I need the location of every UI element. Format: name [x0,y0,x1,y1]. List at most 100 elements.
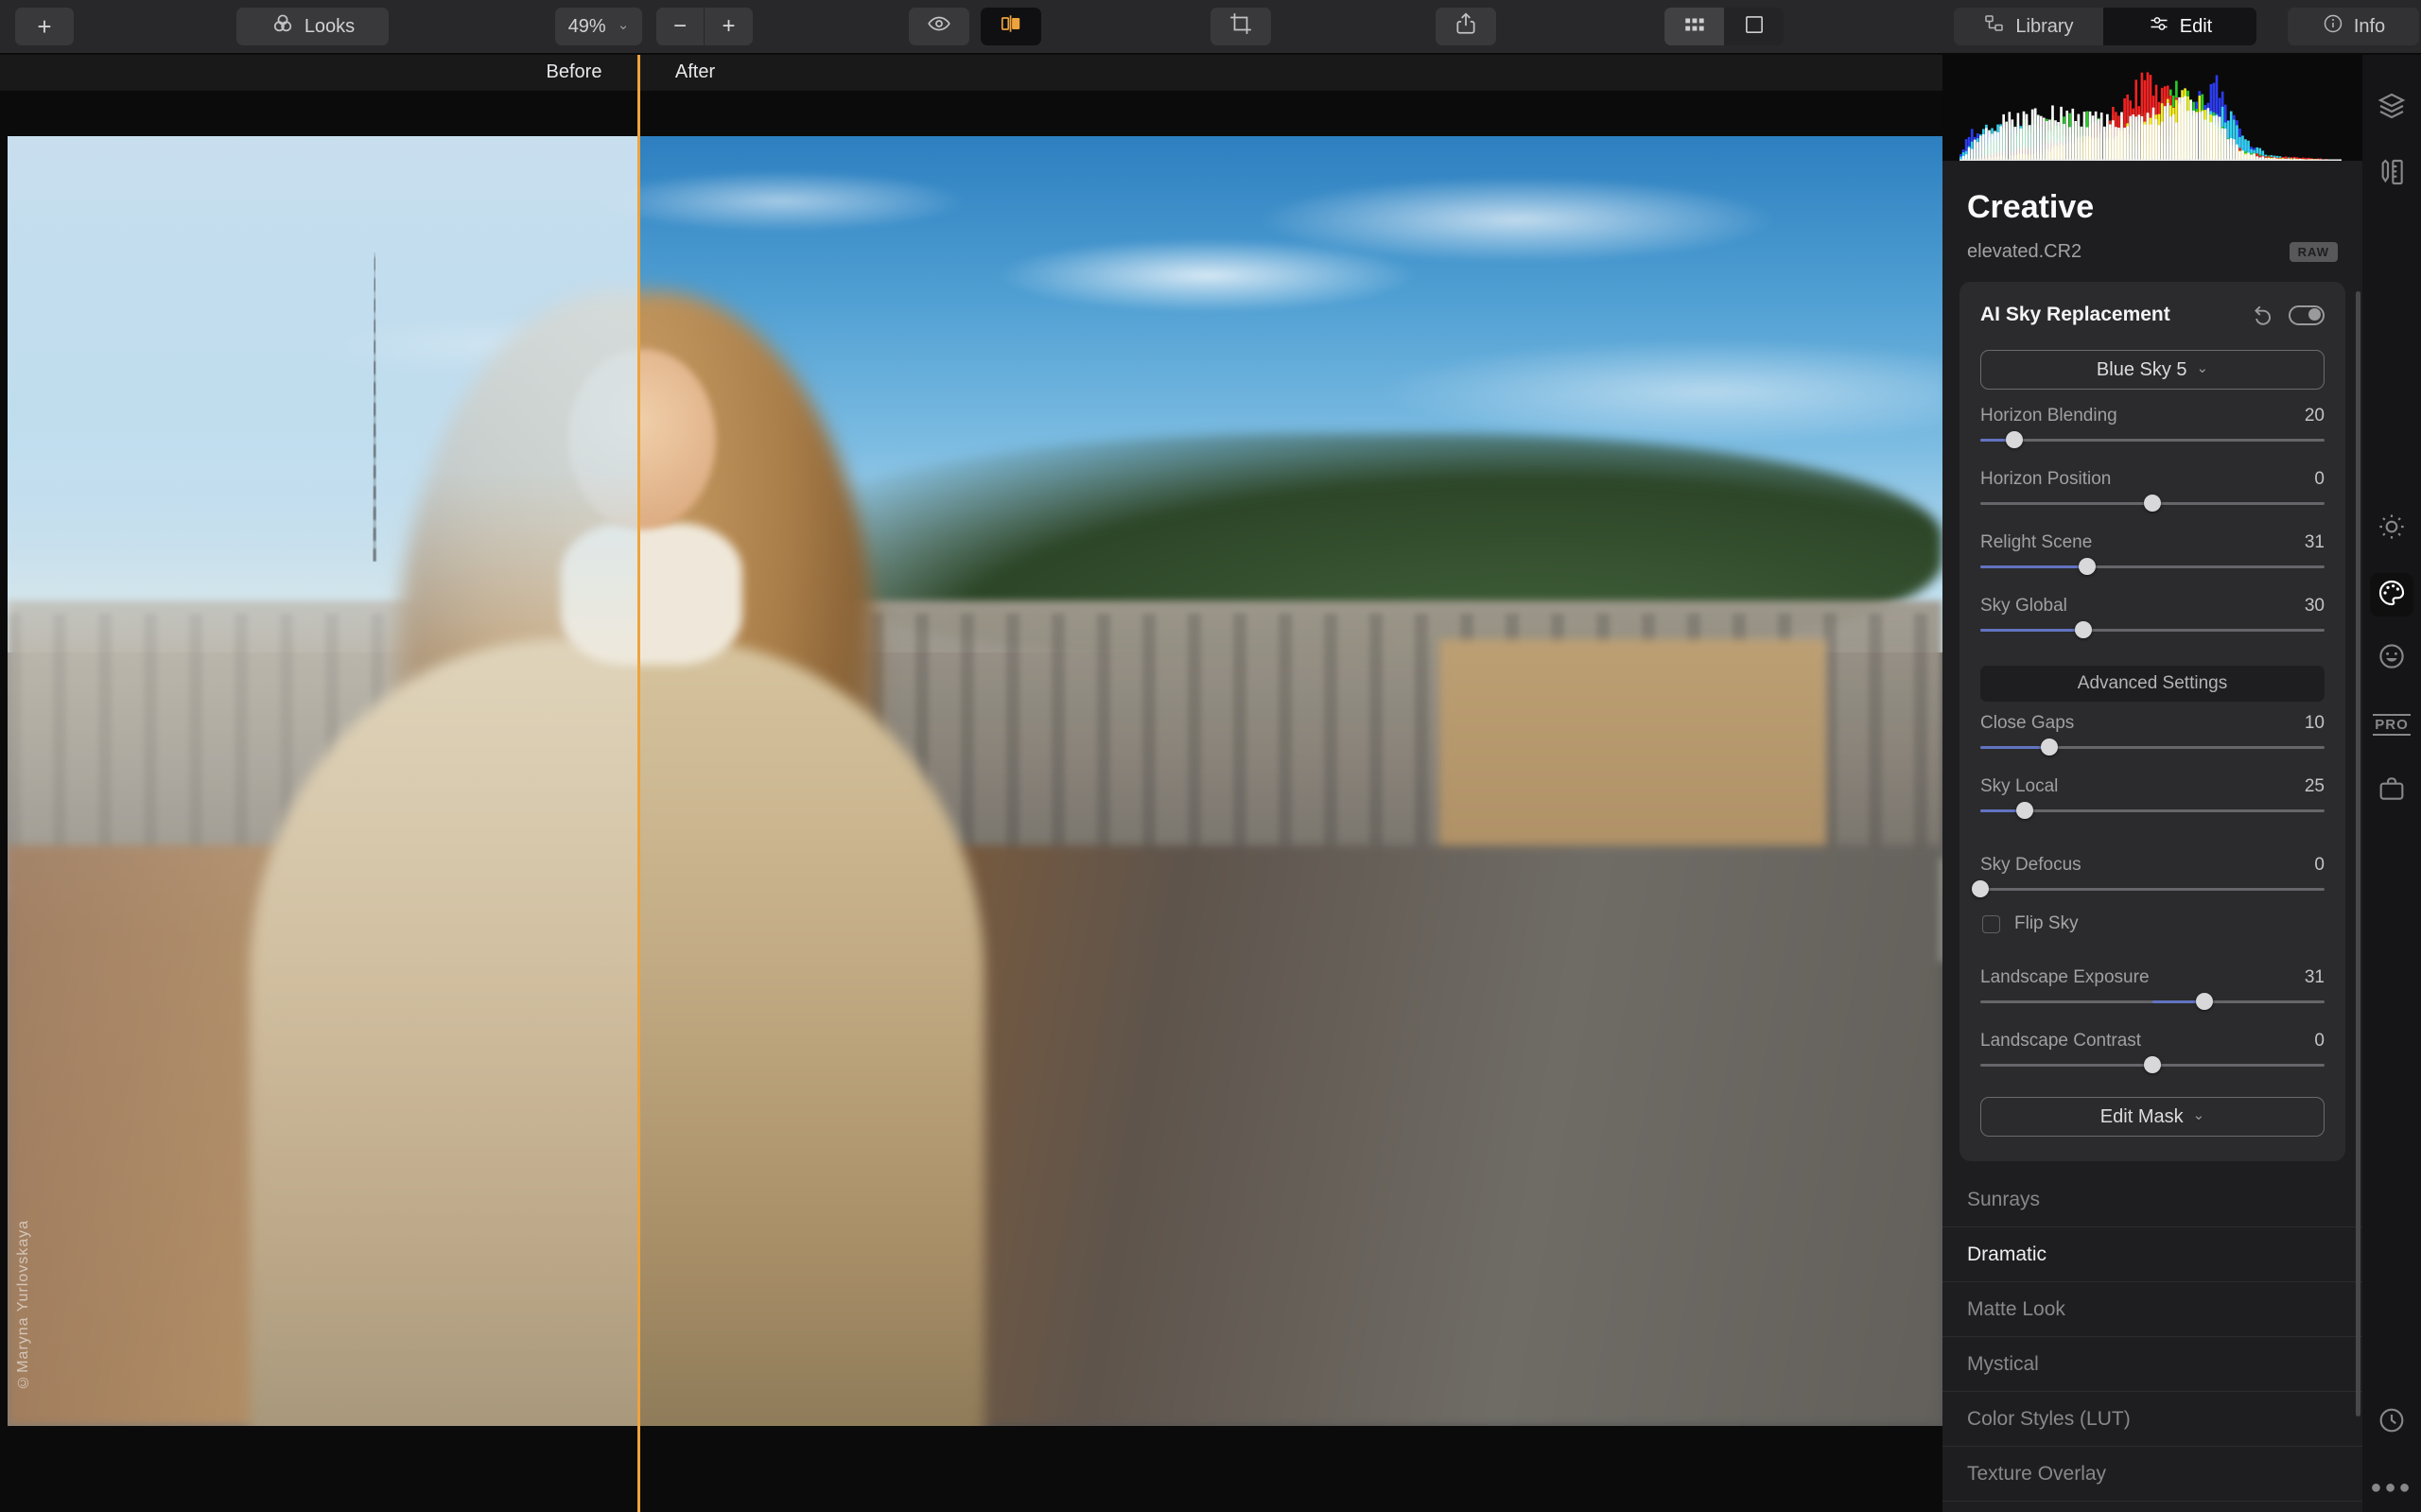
creative-tool-section[interactable]: Texture Overlay [1942,1447,2362,1502]
tab-library[interactable]: Library [1954,8,2103,45]
view-mode-group [1664,8,1784,45]
slider-label: Relight Scene [1980,532,2093,552]
slider-thumb[interactable] [2006,431,2024,448]
slider-control: Sky Local 25 [1980,776,2325,824]
gallery-view-button[interactable] [1664,8,1724,45]
slider-value: 31 [2304,967,2325,987]
share-icon [1454,11,1478,42]
looks-label: Looks [304,15,356,37]
zoom-in-button[interactable]: + [705,8,753,45]
slider-track[interactable] [1980,736,2325,760]
chevron-down-icon: ⌄ [2192,1107,2205,1123]
professional-tab-button[interactable]: PRO [2373,707,2411,741]
image-canvas[interactable]: Before After ©Maryna Yurlovskaya [0,55,1942,1512]
slider-label: Close Gaps [1980,713,2075,733]
single-image-icon [1742,12,1767,42]
tool-enabled-toggle[interactable] [2289,304,2325,325]
sky-preset-dropdown[interactable]: Blue Sky 5 ⌄ [1980,350,2325,390]
slider-label: Landscape Exposure [1980,967,2150,987]
slider-thumb[interactable] [2040,739,2058,756]
slider-thumb[interactable] [2078,558,2096,575]
slider-value: 25 [2304,776,2325,796]
zoom-level-dropdown[interactable]: 49% ⌄ [555,8,642,45]
slider-track[interactable] [1980,555,2325,580]
creative-tool-section[interactable]: Sunrays [1942,1173,2362,1227]
slider-label: Sky Global [1980,596,2067,616]
reset-tool-button[interactable] [2251,303,2275,327]
slider-thumb[interactable] [2075,621,2093,638]
histogram[interactable] [1942,55,2362,161]
advanced-settings-button[interactable]: Advanced Settings [1980,666,2325,702]
sliders-icon [2148,12,2170,41]
app-window: + Looks 49% ⌄ − + Library Edit Info Befo… [0,0,2421,1512]
slider-track[interactable] [1980,799,2325,824]
slider-thumb[interactable] [2016,802,2034,819]
slider-thumb[interactable] [1972,880,1989,897]
looks-button[interactable]: Looks [236,8,389,45]
slider-thumb[interactable] [2144,1056,2161,1073]
canvas-tools-button[interactable] [2375,157,2409,191]
more-options-button[interactable]: ●●● [2370,1470,2410,1504]
crop-icon [1228,11,1253,42]
slider-control: Sky Global 30 [1980,596,2325,643]
panel-scrollbar[interactable] [2356,291,2360,1416]
slider-track[interactable] [1980,618,2325,643]
before-after-divider[interactable] [637,55,640,1512]
chevron-down-icon: ⌄ [617,17,630,33]
layers-button[interactable] [2375,91,2409,125]
tab-edit[interactable]: Edit [2103,8,2256,45]
creative-tools-list: Sunrays Dramatic Matte Look Mystical Col… [1942,1173,2362,1512]
clock-icon [2377,1405,2407,1440]
creative-tool-section[interactable]: Dramatic [1942,1227,2362,1282]
slider-thumb[interactable] [2144,495,2161,512]
slider-control: Horizon Blending 20 [1980,406,2325,453]
creative-tool-section[interactable]: Mystical [1942,1337,2362,1392]
edit-panel-content: Creative elevated.CR2 RAW AI Sky Replace… [1942,55,2362,1512]
before-label: Before [546,61,602,82]
essentials-tab-button[interactable] [2375,512,2409,546]
slider-value: 0 [2314,855,2325,875]
top-toolbar: + Looks 49% ⌄ − + Library Edit Info [0,0,2421,54]
slider-track[interactable] [1980,1053,2325,1078]
ai-sky-replacement-card: AI Sky Replacement Blue Sky 5 ⌄ Horizon … [1959,282,2345,1161]
portrait-tab-button[interactable] [2375,641,2409,675]
creative-tool-section[interactable]: Matte Look [1942,1282,2362,1337]
palette-icon [2377,578,2407,613]
slider-control: Landscape Exposure 31 [1980,967,2325,1015]
history-button[interactable] [2375,1405,2409,1439]
chevron-down-icon: ⌄ [2196,360,2209,376]
slider-label: Sky Defocus [1980,855,2081,875]
creative-tab-button[interactable] [2370,573,2413,617]
tool-title: AI Sky Replacement [1980,304,2170,325]
briefcase-icon [2377,773,2407,808]
plus-icon: + [37,11,52,41]
slider-track[interactable] [1972,878,2325,902]
slider-control: Close Gaps 10 [1980,713,2325,760]
slider-control: Landscape Contrast 0 [1980,1031,2325,1078]
compare-before-after-button[interactable] [981,8,1041,45]
single-view-button[interactable] [1724,8,1784,45]
slider-track[interactable] [1980,492,2325,516]
zoom-out-button[interactable]: − [656,8,705,45]
add-photos-button[interactable]: + [15,8,74,45]
tv-tower-silhouette [373,252,377,563]
edit-mask-button[interactable]: Edit Mask ⌄ [1980,1097,2325,1137]
toolbox-button[interactable] [2375,773,2409,808]
grid-icon [1682,12,1707,42]
right-icon-strip: PRO ●●● [2362,55,2421,1512]
eye-icon [927,11,951,42]
crop-button[interactable] [1210,8,1271,45]
creative-tool-section[interactable]: Glow [1942,1502,2362,1512]
tab-info[interactable]: Info [2288,8,2419,45]
slider-thumb[interactable] [2195,993,2213,1010]
export-share-button[interactable] [1436,8,1496,45]
flip-sky-checkbox[interactable] [1982,914,2000,933]
info-icon [2322,12,2344,41]
slider-track[interactable] [1980,428,2325,453]
quick-preview-button[interactable] [909,8,969,45]
photo-preview[interactable]: ©Maryna Yurlovskaya [8,136,1942,1426]
edit-side-panel: Creative elevated.CR2 RAW AI Sky Replace… [1942,55,2421,1512]
slider-track[interactable] [1980,990,2325,1015]
pen-ruler-icon [2377,157,2407,192]
creative-tool-section[interactable]: Color Styles (LUT) [1942,1392,2362,1447]
